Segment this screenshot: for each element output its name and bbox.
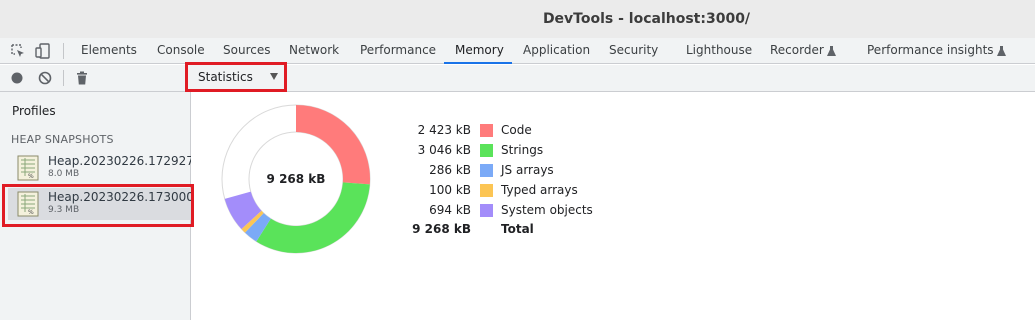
highlight-box-selected-snapshot [2,184,194,227]
toolbar-divider [63,70,64,86]
inspect-element-icon[interactable] [9,42,27,60]
legend-value: 694 kB [429,203,471,217]
tab-application[interactable]: Application [523,38,590,64]
tab-memory[interactable]: Memory [455,38,504,64]
legend-swatch-code [480,124,493,137]
tab-elements[interactable]: Elements [81,38,137,64]
tab-recorder[interactable]: Recorder [770,38,836,64]
toolbar-divider [63,43,64,59]
legend-label: JS arrays [501,163,554,177]
legend-total-label: Total [501,222,534,236]
tab-sources[interactable]: Sources [223,38,270,64]
record-icon[interactable] [9,70,25,86]
tab-performance-insights[interactable]: Performance insights [867,38,1006,64]
snapshot-file-icon: % [17,155,39,181]
tab-recorder-label: Recorder [770,43,824,57]
trash-icon[interactable] [74,70,90,86]
active-tab-indicator [444,62,512,64]
flask-icon [826,45,836,56]
highlight-box-view-select [185,62,287,92]
window-titlebar: DevTools - localhost:3000/ [0,0,1035,38]
tab-performance[interactable]: Performance [360,38,436,64]
legend-value: 100 kB [429,183,471,197]
legend-label: Code [501,123,532,137]
legend-value: 3 046 kB [417,143,471,157]
legend-label: Strings [501,143,544,157]
clear-icon[interactable] [37,70,53,86]
tab-lighthouse[interactable]: Lighthouse [686,38,752,64]
devtools-tab-bar: Elements Console Sources Network Perform… [0,38,1035,64]
tab-network[interactable]: Network [289,38,339,64]
device-toolbar-icon[interactable] [34,42,52,60]
donut-segment-strings [256,182,370,253]
tab-security[interactable]: Security [609,38,658,64]
profiles-title: Profiles [12,104,56,118]
legend-label: System objects [501,203,593,217]
snapshot-item[interactable]: % Heap.20230226.172927.171 8.0 MB [8,152,191,184]
snapshot-size: 8.0 MB [48,169,80,179]
legend-value: 286 kB [429,163,471,177]
snapshot-name: Heap.20230226.172927.171 [48,154,191,168]
memory-toolbar: Statistics [0,65,1035,92]
legend-total-value: 9 268 kB [412,222,471,236]
legend-swatch-js-arrays [480,164,493,177]
svg-text:%: % [28,173,34,180]
legend-swatch-strings [480,144,493,157]
legend-label: Typed arrays [501,183,578,197]
tab-performance-insights-label: Performance insights [867,43,994,57]
legend-swatch-typed-arrays [480,184,493,197]
donut-total-label: 9 268 kB [266,172,326,186]
legend-swatch-system-objects [480,204,493,217]
window-title: DevTools - localhost:3000/ [542,11,751,27]
heap-snapshots-section-title: HEAP SNAPSHOTS [11,133,114,146]
flask-icon [996,45,1006,56]
tab-console[interactable]: Console [157,38,205,64]
legend-value: 2 423 kB [417,123,471,137]
